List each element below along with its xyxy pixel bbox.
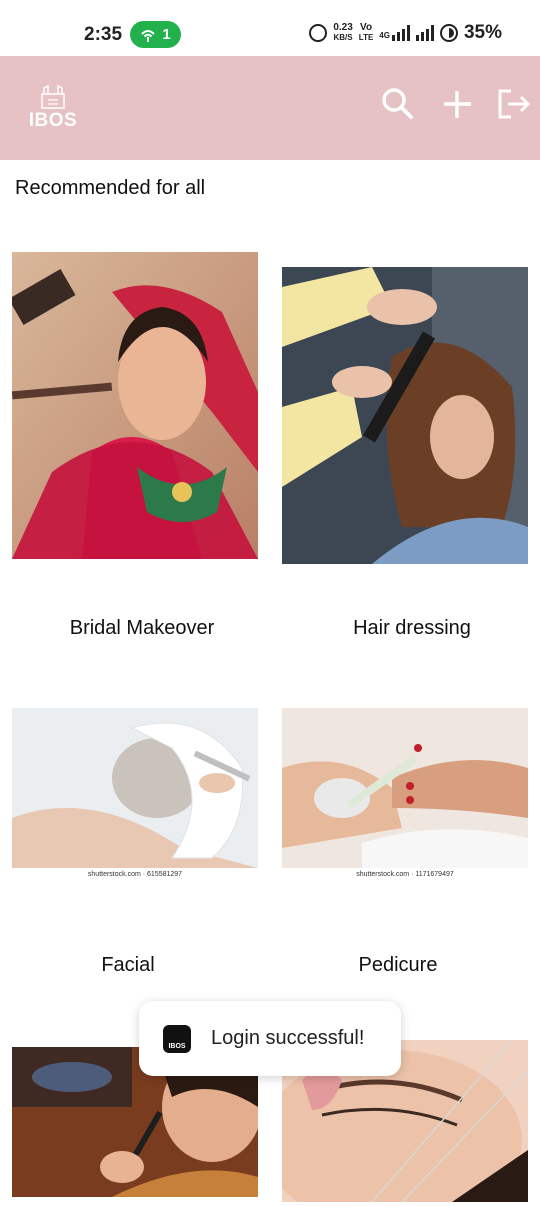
service-image-bridal[interactable] <box>12 252 258 559</box>
net-speed: 0.23 KB/S <box>333 22 353 43</box>
hotspot-badge: 1 <box>130 21 181 48</box>
logo-mark-icon <box>24 82 82 109</box>
search-icon <box>382 88 413 119</box>
app-icon: IBOS <box>163 1024 191 1053</box>
hotspot-icon <box>141 29 156 42</box>
signal-4g: 4G <box>379 25 410 41</box>
app-logo[interactable]: IBOS <box>24 82 82 134</box>
service-image-pedicure[interactable]: shutterstock.com · 1171679497 <box>282 708 528 884</box>
status-icons: 0.23 KB/S Vo LTE 4G 35% <box>309 22 502 44</box>
section-title: Recommended for all <box>15 177 206 199</box>
volte-indicator: Vo LTE <box>358 22 374 43</box>
signal-bars-icon <box>391 25 410 41</box>
app-bar: IBOS <box>0 56 540 160</box>
alarm-icon <box>309 24 328 42</box>
status-bar: 2:35 1 0.23 KB/S Vo LTE 4G 35% <box>0 0 540 56</box>
service-label-bridal[interactable]: Bridal Makeover <box>19 617 265 640</box>
add-button[interactable] <box>437 84 477 124</box>
toast-login-success: IBOS Login successful! <box>139 1001 401 1076</box>
watermark-text: shutterstock.com · 615581297 <box>87 871 183 878</box>
service-label-pedicure[interactable]: Pedicure <box>275 954 521 977</box>
service-image-hair[interactable] <box>282 267 528 564</box>
logout-button[interactable] <box>494 84 534 124</box>
status-time: 2:35 <box>84 24 123 45</box>
signal-bars-icon-2 <box>415 25 434 41</box>
battery-icon <box>439 24 458 42</box>
service-image-facial[interactable]: shutterstock.com · 615581297 <box>12 708 258 884</box>
add-icon <box>444 91 471 118</box>
service-label-hair[interactable]: Hair dressing <box>289 617 535 640</box>
hotspot-count: 1 <box>162 26 171 43</box>
service-label-facial[interactable]: Facial <box>5 954 251 977</box>
search-button[interactable] <box>378 84 418 124</box>
watermark-text: shutterstock.com · 1171679497 <box>356 871 454 878</box>
logout-icon <box>498 89 531 119</box>
battery-percent: 35% <box>463 22 502 43</box>
logo-text: IBOS <box>28 110 78 131</box>
toast-message: Login successful! <box>211 1027 365 1049</box>
